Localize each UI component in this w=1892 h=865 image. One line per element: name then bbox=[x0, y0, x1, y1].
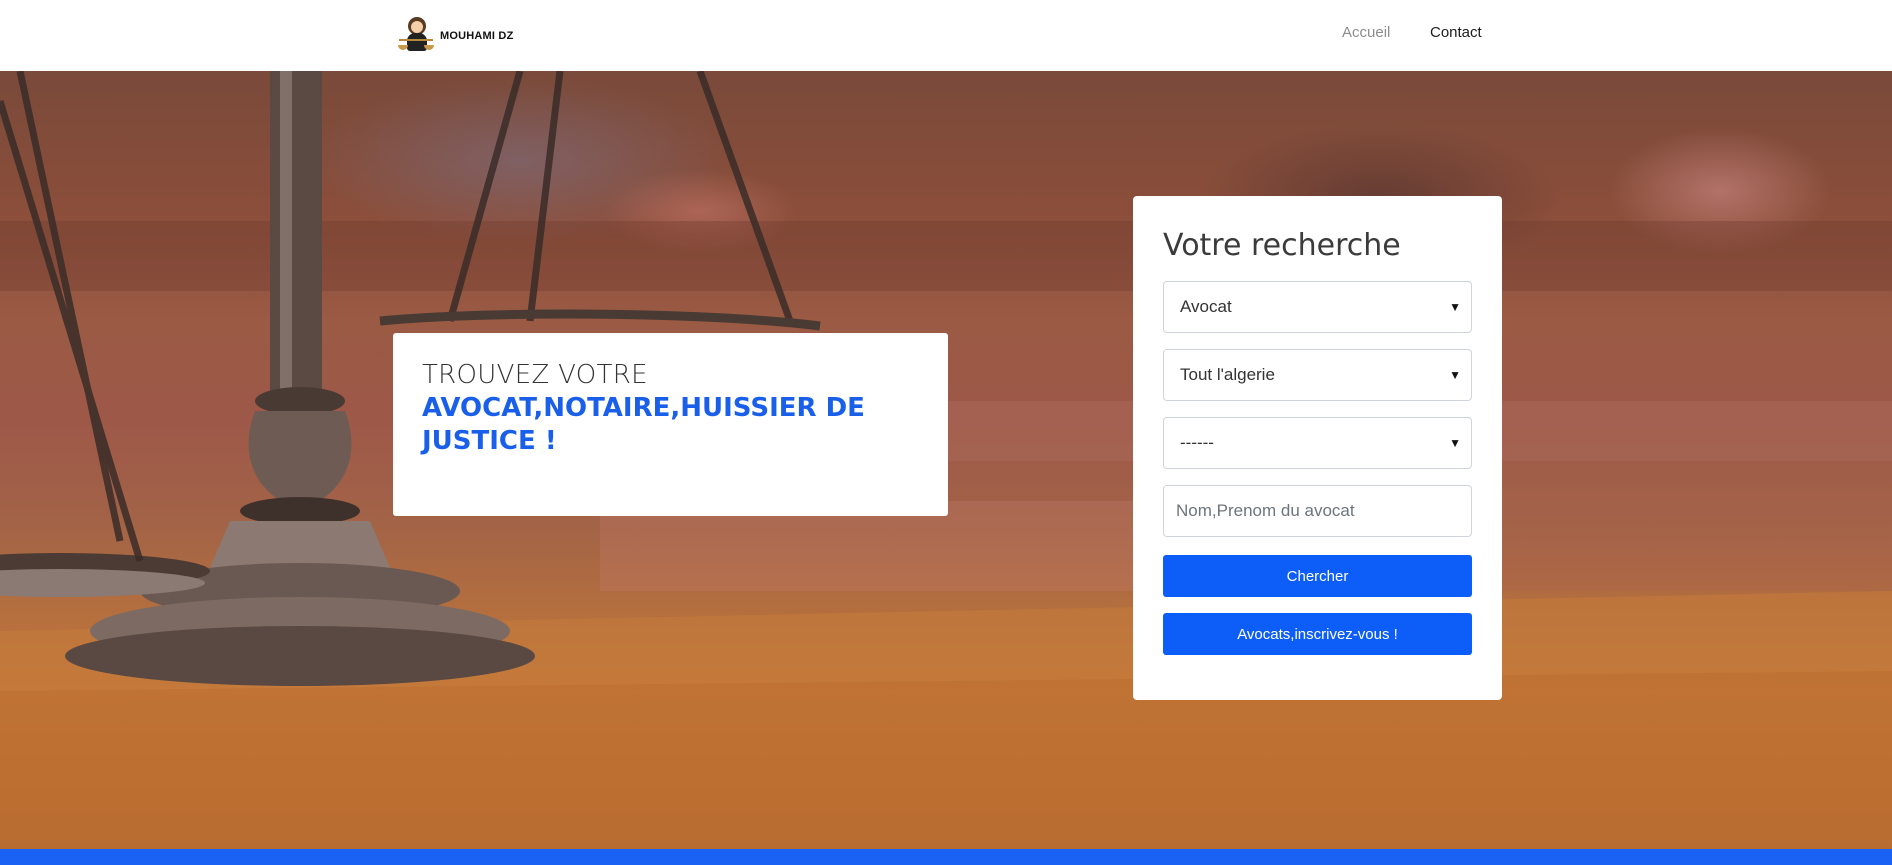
search-panel: Votre recherche Avocat ▼ Tout l'algerie … bbox=[1133, 196, 1502, 700]
region-select-value: Tout l'algerie bbox=[1180, 365, 1275, 384]
chevron-down-icon: ▼ bbox=[1449, 436, 1461, 450]
lawyer-register-button[interactable]: Avocats,inscrivez-vous ! bbox=[1163, 613, 1472, 655]
city-select[interactable]: ------ ▼ bbox=[1163, 417, 1472, 469]
profession-select-value: Avocat bbox=[1180, 297, 1232, 316]
lawyer-name-placeholder: Nom,Prenom du avocat bbox=[1176, 501, 1355, 520]
bottom-accent-bar bbox=[0, 849, 1892, 865]
hero-section: TROUVEZ VOTRE AVOCAT,NOTAIRE,HUISSIER DE… bbox=[0, 71, 1892, 849]
chevron-down-icon: ▼ bbox=[1449, 300, 1461, 314]
nav-link-contact[interactable]: Contact bbox=[1430, 24, 1482, 41]
hero-tagline-line1: TROUVEZ VOTRE bbox=[422, 360, 648, 390]
lawyer-logo-icon bbox=[398, 15, 434, 57]
city-select-value: ------ bbox=[1180, 433, 1214, 452]
navbar: MOUHAMI DZ Accueil Contact bbox=[0, 0, 1892, 71]
brand-name: MOUHAMI DZ bbox=[440, 30, 514, 42]
region-select[interactable]: Tout l'algerie ▼ bbox=[1163, 349, 1472, 401]
chevron-down-icon: ▼ bbox=[1449, 368, 1461, 382]
nav-link-accueil[interactable]: Accueil bbox=[1342, 24, 1390, 41]
brand-logo-link[interactable]: MOUHAMI DZ bbox=[398, 14, 514, 58]
profession-select[interactable]: Avocat ▼ bbox=[1163, 281, 1472, 333]
search-button[interactable]: Chercher bbox=[1163, 555, 1472, 597]
hero-tagline-line2: AVOCAT,NOTAIRE,HUISSIER DE JUSTICE ! bbox=[422, 393, 865, 456]
search-title: Votre recherche bbox=[1163, 228, 1401, 263]
lawyer-name-input[interactable]: Nom,Prenom du avocat bbox=[1163, 485, 1472, 537]
hero-tagline-card: TROUVEZ VOTRE AVOCAT,NOTAIRE,HUISSIER DE… bbox=[393, 333, 948, 516]
